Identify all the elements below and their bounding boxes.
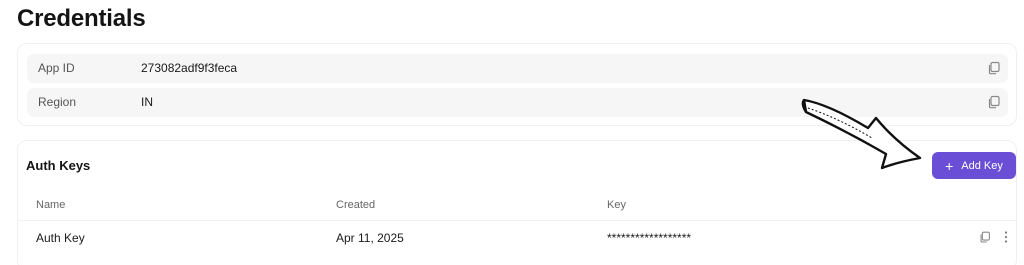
credential-row-app-id: App ID 273082adf9f3feca: [27, 54, 1008, 83]
column-header-key: Key: [607, 199, 626, 211]
column-header-created: Created: [336, 199, 376, 211]
cell-name: Auth Key: [36, 231, 85, 245]
cell-created: Apr 11, 2025: [336, 231, 404, 245]
credential-value: 273082adf9f3feca: [141, 61, 238, 75]
credential-label: Region: [38, 95, 77, 109]
plus-icon: +: [945, 157, 954, 174]
credential-value: IN: [141, 95, 153, 109]
copy-icon[interactable]: [986, 60, 1002, 76]
table-row: Auth Key Apr 11, 2025 ******************: [18, 222, 1016, 252]
credential-label: App ID: [38, 61, 75, 75]
cell-key: ******************: [607, 231, 692, 245]
auth-keys-title: Auth Keys: [26, 158, 91, 173]
more-options-icon[interactable]: [1002, 230, 1010, 244]
column-header-name: Name: [36, 199, 66, 211]
table-header: Name Created Key: [18, 193, 1016, 221]
hand-drawn-arrow-icon: [801, 98, 922, 170]
add-key-button[interactable]: + Add Key: [932, 152, 1016, 179]
add-key-label: Add Key: [961, 159, 1003, 172]
copy-icon[interactable]: [978, 230, 992, 244]
copy-icon[interactable]: [986, 94, 1002, 110]
page-title: Credentials: [17, 5, 146, 32]
